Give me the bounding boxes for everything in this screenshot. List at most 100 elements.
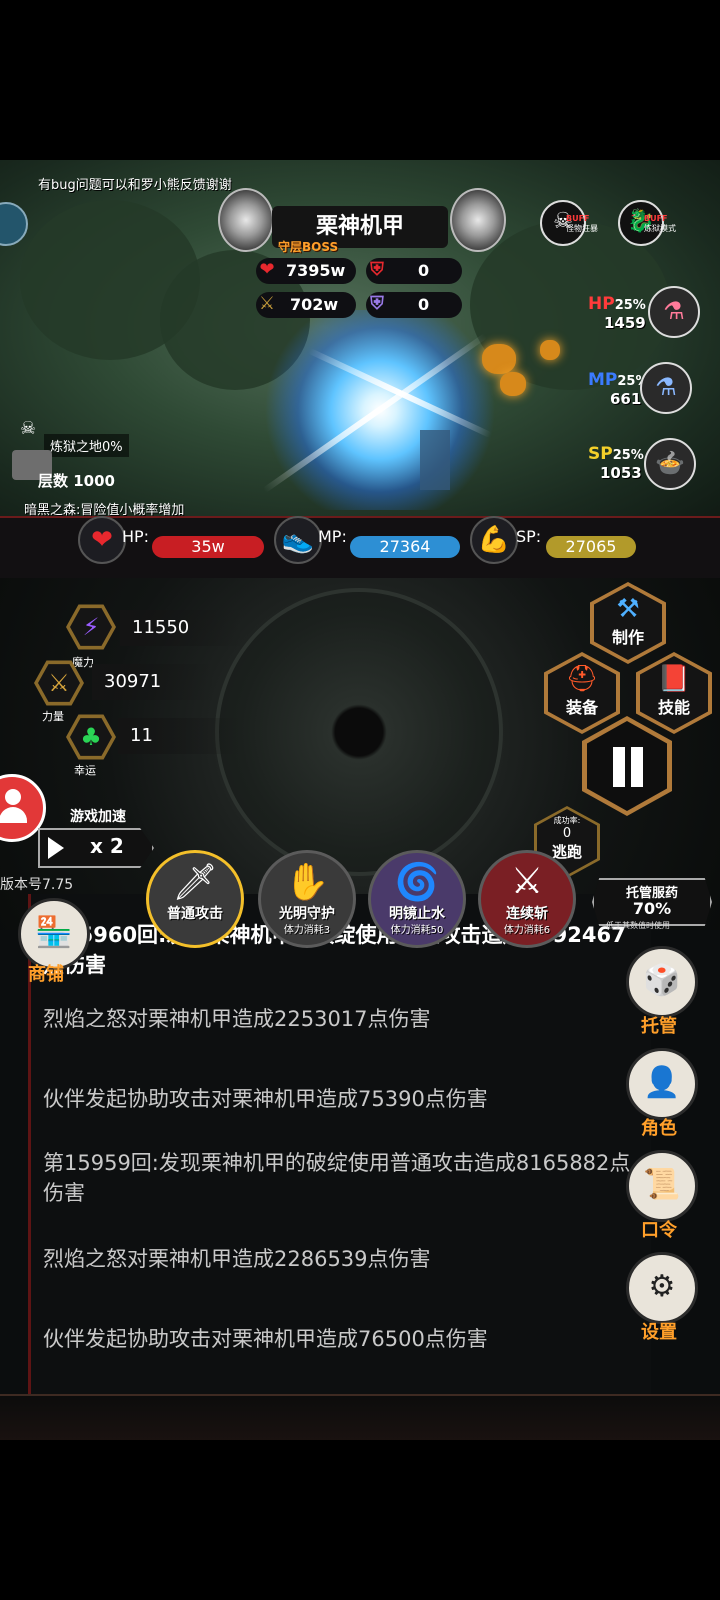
- skill-combo-slash[interactable]: ⚔ 连续斩 体力消耗6: [478, 850, 576, 948]
- magic-value: 11550: [120, 610, 242, 646]
- auto-potion-setting[interactable]: 托管服药 70%: [592, 878, 712, 926]
- monster-sprite: [420, 430, 450, 490]
- user-icon-body: [0, 807, 27, 823]
- settings-button[interactable]: ⚙: [626, 1252, 698, 1324]
- floor-region: 炼狱之地0%: [44, 434, 129, 457]
- hand-shield-icon: ✋: [284, 862, 330, 903]
- dice-icon: 🎲: [643, 963, 681, 998]
- mp-shoe-icon: 👟: [274, 516, 322, 564]
- sword-slash-icon: 🗡: [172, 862, 218, 903]
- buff-tag: BUFF: [566, 214, 590, 223]
- skill-name: 普通攻击: [167, 906, 223, 922]
- game-screen: 有bug问题可以和罗小熊反馈谢谢 栗神机甲 守层BOSS ❤ 7395w ⛨ 0…: [0, 160, 720, 1440]
- book-icon: 📕: [657, 664, 691, 694]
- buff-label: 怪物狂暴: [566, 224, 598, 233]
- skill-normal-attack[interactable]: 🗡 普通攻击: [146, 850, 244, 948]
- skill-book-button[interactable]: 📕 技能: [636, 652, 712, 734]
- bottom-frame: [0, 1394, 720, 1440]
- magic-shield-icon: ⛨: [370, 293, 384, 314]
- version-label: 版本号7.75: [0, 877, 74, 893]
- pumpkin-lantern: [540, 340, 560, 360]
- equip-button[interactable]: ⛑ 装备: [544, 652, 620, 734]
- sp-food-button[interactable]: 🍲: [644, 438, 696, 490]
- boss-tag: 守层BOSS: [278, 240, 339, 254]
- blade-arc-icon: 🌀: [394, 862, 440, 903]
- strength-label: 力量: [42, 710, 64, 723]
- buff-text: BUFF 炼狱模式: [644, 214, 676, 234]
- character-button[interactable]: 👤: [626, 1048, 698, 1120]
- potion-pct: 25%: [612, 448, 644, 463]
- boss-hp-value: 7395w: [286, 261, 346, 280]
- settings-label: 设置: [641, 1322, 677, 1343]
- shop-icon: 🏪: [35, 915, 73, 950]
- anvil-icon: ⚒: [616, 594, 640, 624]
- mp-potion-button[interactable]: ⚗: [640, 362, 692, 414]
- shield-icon: ⛨: [370, 259, 384, 280]
- skull-emblem-icon: [450, 188, 506, 252]
- potion-value: 1053: [600, 464, 642, 482]
- skill-name: 连续斩: [506, 906, 548, 922]
- floor-count: 层数 1000: [38, 470, 115, 491]
- rune-wheel: [215, 588, 503, 876]
- player-status-bar: ❤ HP: 35w 👟 MP: 27364 💪 SP: 27065: [0, 516, 720, 580]
- log-line: 伙伴发起协助攻击对栗神机甲造成76500点伤害: [43, 1327, 488, 1351]
- auto-potion-pct: 70%: [632, 899, 672, 918]
- boss-attack-value: 702w: [290, 295, 339, 314]
- potion-type: SP: [588, 444, 613, 464]
- battle-log[interactable]: 第15960回:发现栗神机甲的破绽使用普通攻击造成8792467点伤害 烈焰之怒…: [28, 894, 651, 1394]
- auto-potion-note: 低于其数值时使用: [606, 921, 670, 930]
- speed-label: 游戏加速: [70, 809, 126, 825]
- luck-value: 11: [118, 718, 240, 754]
- auto-battle-button[interactable]: 🎲: [626, 946, 698, 1018]
- pause-bar: [613, 747, 625, 787]
- craft-button[interactable]: ⚒ 制作: [590, 582, 666, 664]
- play-icon: [48, 837, 64, 859]
- hp-potion-button[interactable]: ⚗: [648, 286, 700, 338]
- sword-icon: ⚔: [38, 664, 80, 702]
- pause-icon: [587, 721, 667, 811]
- skull-emblem-icon: [218, 188, 274, 252]
- crossed-swords-icon: ⚔: [510, 861, 544, 902]
- floor-label: 层数: [38, 472, 69, 490]
- equip-label: 装备: [565, 698, 598, 717]
- mp-label: MP:: [318, 527, 347, 546]
- battle-scene: 有bug问题可以和罗小熊反馈谢谢 栗神机甲 守层BOSS ❤ 7395w ⛨ 0…: [0, 160, 720, 532]
- helmet-icon: ⛑: [565, 664, 599, 694]
- muscle-icon: 💪: [470, 516, 518, 564]
- magic-attr-icon: ⚡: [66, 604, 116, 650]
- mp-bar: 27364: [350, 536, 460, 558]
- speed-value: x 2: [90, 834, 124, 858]
- skill-name: 明镜止水: [389, 906, 445, 922]
- hp-bar: 35w: [152, 536, 264, 558]
- log-line: 烈焰之怒对栗神机甲造成2286539点伤害: [43, 1247, 431, 1271]
- skill-holy-guard[interactable]: ✋ 光明守护 体力消耗3: [258, 850, 356, 948]
- skull-icon: ☠: [20, 418, 37, 439]
- boss-hp: ❤ 7395w: [256, 258, 356, 284]
- escape-rate-value: 0: [562, 826, 572, 841]
- boss-defense: ⛨ 0: [366, 258, 462, 284]
- hp-potion-info: HP25% 1459: [588, 294, 646, 332]
- skill-mirror-water[interactable]: 🌀 明镜止水 体力消耗50: [368, 850, 466, 948]
- player-avatar[interactable]: [0, 202, 28, 246]
- buff-label: 炼狱模式: [644, 224, 676, 233]
- user-icon: [5, 789, 21, 805]
- boss-attack: ⚔ 702w: [256, 292, 356, 318]
- potion-value: 1459: [604, 314, 646, 332]
- log-line: 第15959回:发现栗神机甲的破绽使用普通攻击造成8165882点伤害: [43, 1151, 631, 1205]
- potion-pct: 25%: [614, 298, 646, 313]
- sp-bar: 27065: [546, 536, 636, 558]
- character-label: 角色: [641, 1118, 677, 1139]
- lightning-icon: ⚡: [70, 608, 112, 646]
- sword-icon: ⚔: [258, 293, 276, 314]
- skill-cost: 体力消耗6: [503, 925, 551, 936]
- boss-resistance-value: 0: [418, 295, 430, 314]
- code-button[interactable]: 📜: [626, 1150, 698, 1222]
- heart-icon: ❤: [78, 516, 126, 564]
- speed-button[interactable]: x 2: [38, 828, 154, 868]
- hp-label: HP:: [122, 527, 150, 546]
- shop-label: 商铺: [28, 964, 64, 985]
- log-line: 烈焰之怒对栗神机甲造成2253017点伤害: [43, 1007, 431, 1031]
- heart-icon: ❤: [259, 259, 275, 280]
- potion-type: MP: [588, 370, 618, 390]
- pause-bar: [631, 747, 643, 787]
